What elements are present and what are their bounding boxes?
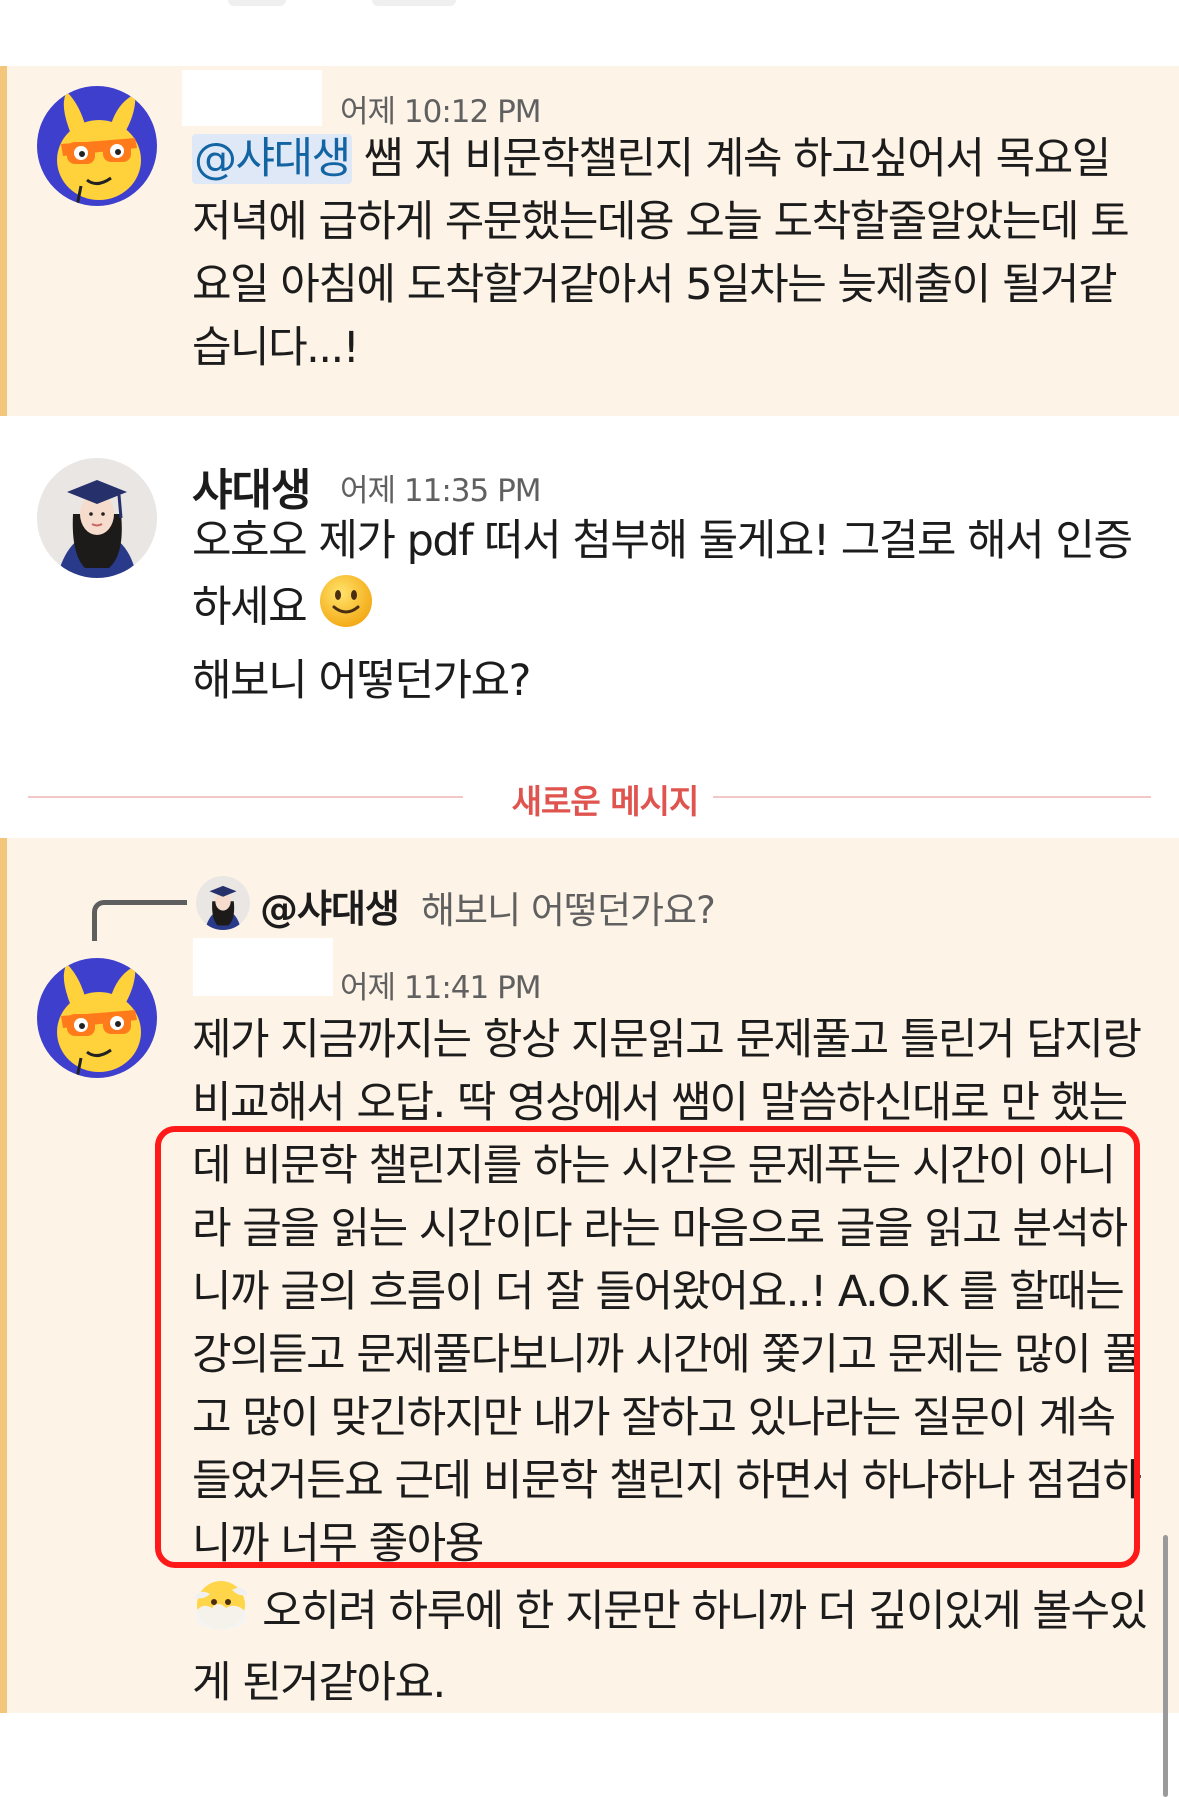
new-messages-divider: 새로운 메시지 — [28, 775, 1151, 821]
new-messages-label: 새로운 메시지 — [511, 782, 700, 821]
message-timestamp[interactable]: 어제 11:41 PM — [340, 962, 542, 1007]
face-in-clouds-icon — [192, 1576, 250, 1652]
reply-connector-line — [92, 900, 187, 941]
redacted-sender-name — [193, 938, 333, 996]
message-timestamp[interactable]: 어제 10:12 PM — [340, 86, 542, 131]
reply-parent-author[interactable]: @샤대생 — [260, 878, 400, 933]
slightly-smiling-face-icon — [318, 573, 374, 647]
previous-message-remnant — [0, 0, 1179, 8]
message-timestamp[interactable]: 어제 11:35 PM — [340, 465, 542, 510]
bunny-mascot-icon[interactable] — [37, 958, 157, 1078]
message-text: @샤대생 쌤 저 비문학챌린지 계속 하고싶어서 목요일 저녁에 급하게 주문했… — [192, 134, 1130, 373]
message-text: 해보니 어떻던가요? — [192, 656, 531, 706]
graduate-photo-icon[interactable] — [37, 458, 157, 578]
bunny-mascot-icon[interactable] — [37, 86, 157, 206]
message-text: 오호오 제가 pdf 떠서 첨부해 둘게요! 그걸로 해서 인증하세요 — [192, 510, 1133, 647]
scrollbar[interactable] — [1163, 1535, 1168, 1797]
user-mention[interactable]: @샤대생 — [192, 134, 352, 184]
reply-parent-text[interactable]: 해보니 어떻던가요? — [421, 880, 716, 934]
redacted-sender-name — [182, 70, 322, 126]
message[interactable]: 샤대생 어제 11:35 PM 오호오 제가 pdf 떠서 첨부해 둘게요! 그… — [0, 440, 1179, 720]
annotation-highlight-box — [155, 1126, 1140, 1568]
chat-channel: 어제 10:12 PM @샤대생 쌤 저 비문학챌린지 계속 하고싶어서 목요일… — [0, 0, 1179, 1797]
graduate-photo-icon — [196, 876, 250, 930]
message-mention-highlight[interactable]: 어제 10:12 PM @샤대생 쌤 저 비문학챌린지 계속 하고싶어서 목요일… — [0, 66, 1179, 416]
sender-name[interactable]: 샤대생 — [192, 454, 311, 518]
